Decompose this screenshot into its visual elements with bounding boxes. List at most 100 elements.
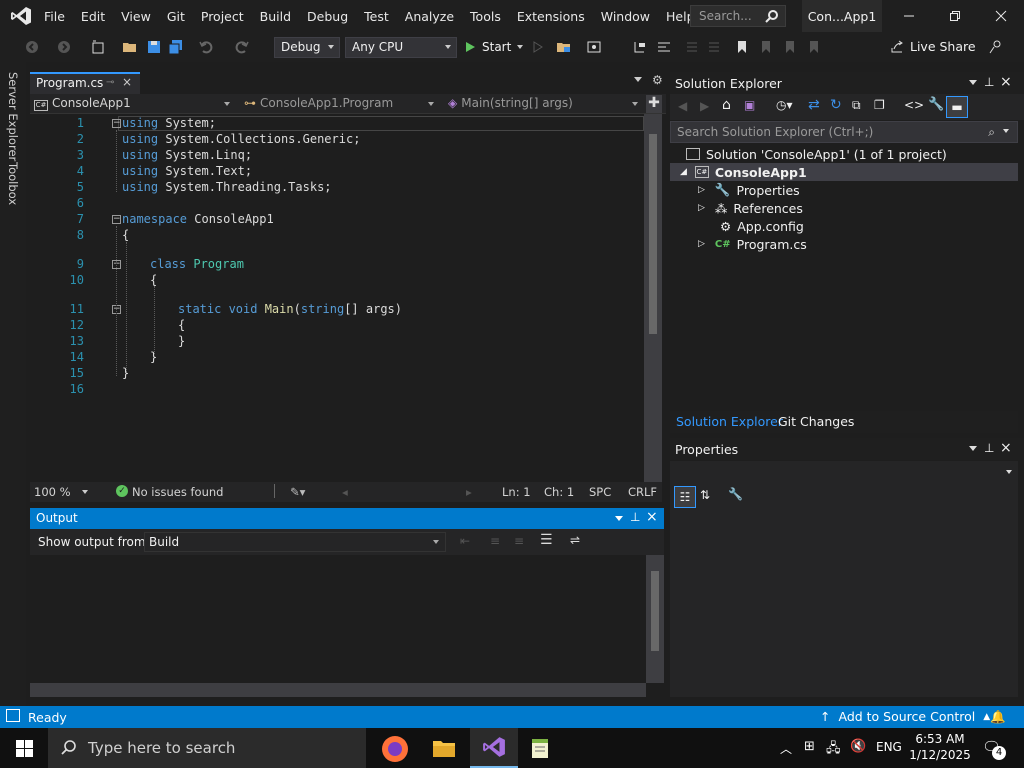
alphabetical-icon[interactable]: ⇅ — [700, 488, 710, 502]
column-indicator[interactable]: Ch: 1 — [544, 485, 574, 499]
collapse-all-icon[interactable]: ⧉ — [852, 98, 861, 113]
chevron-down-icon[interactable] — [969, 80, 977, 85]
expanded-arrow-icon[interactable]: ◢ — [680, 167, 687, 177]
line-ending-indicator[interactable]: CRLF — [628, 485, 657, 499]
file-explorer-icon[interactable] — [432, 737, 456, 759]
menu-window[interactable]: Window — [593, 9, 658, 24]
chevron-down-icon[interactable] — [517, 45, 524, 49]
next-message-icon[interactable]: ≡ — [514, 534, 524, 548]
toolbox-tab[interactable]: Toolbox — [6, 162, 20, 205]
nav-project-dropdown[interactable]: C# ConsoleApp1 — [30, 94, 236, 114]
folder-browse-icon[interactable] — [556, 39, 572, 55]
redo-icon[interactable] — [234, 39, 250, 55]
collapsed-arrow-icon[interactable]: ▷ — [698, 239, 705, 249]
editor-vertical-scrollbar[interactable] — [644, 114, 662, 482]
collapse-icon[interactable]: − — [112, 119, 121, 128]
home-icon[interactable]: ⌂ — [722, 97, 731, 113]
prev-bookmark-icon[interactable] — [758, 39, 774, 55]
navigate-forward-icon[interactable] — [56, 39, 72, 55]
word-wrap-icon[interactable]: ⇌ — [570, 533, 580, 547]
next-bookmark-icon[interactable] — [782, 39, 798, 55]
whitespace-indicator[interactable]: SPC — [589, 485, 611, 499]
save-all-icon[interactable] — [168, 39, 184, 55]
notepad-plus-icon[interactable] — [530, 736, 552, 760]
scrollbar-thumb[interactable] — [649, 134, 657, 334]
view-code-icon[interactable]: <> — [904, 98, 924, 112]
platform-dropdown[interactable]: Any CPU — [345, 37, 457, 58]
find-message-icon[interactable]: ⇤ — [460, 534, 470, 548]
output-source-dropdown[interactable]: Build — [144, 532, 446, 552]
solution-search-input[interactable]: Search Solution Explorer (Ctrl+;) ⌕ — [670, 121, 1018, 143]
search-box[interactable]: Search... — [690, 5, 786, 27]
menu-project[interactable]: Project — [193, 9, 252, 24]
output-window-icon[interactable] — [6, 709, 20, 722]
show-all-files-icon[interactable]: ❐ — [874, 98, 885, 112]
forward-icon[interactable]: ▶ — [700, 99, 709, 113]
add-to-source-control-button[interactable]: ↑ Add to Source Control ▲ — [820, 709, 990, 724]
menu-file[interactable]: File — [36, 9, 73, 24]
taskbar-visual-studio[interactable] — [470, 728, 518, 768]
save-icon[interactable] — [146, 39, 162, 55]
live-share-button[interactable]: Live Share — [890, 39, 976, 54]
undo-icon[interactable] — [198, 39, 214, 55]
pin-icon[interactable]: ⊥ — [984, 441, 994, 455]
windows-start-icon[interactable] — [16, 740, 33, 757]
categorized-icon[interactable]: ☷ — [674, 486, 696, 508]
maximize-button[interactable] — [932, 0, 978, 32]
output-horizontal-scrollbar[interactable] — [30, 683, 646, 697]
chevron-down-icon[interactable] — [634, 77, 642, 82]
network-icon[interactable]: 🖧 — [826, 739, 841, 761]
property-pages-icon[interactable]: 🔧 — [728, 487, 743, 501]
prev-message-icon[interactable]: ≡ — [490, 534, 500, 548]
scrollbar-thumb[interactable] — [651, 571, 659, 651]
open-file-icon[interactable] — [122, 39, 138, 55]
output-vertical-scrollbar[interactable] — [646, 555, 664, 683]
volume-muted-icon[interactable]: 🔇 — [850, 739, 866, 754]
pin-icon[interactable]: ⊸ — [106, 77, 114, 88]
line-indicator[interactable]: Ln: 1 — [502, 485, 531, 499]
properties-object-dropdown[interactable] — [670, 461, 1018, 483]
tab-solution-explorer[interactable]: Solution Explorer — [676, 414, 783, 429]
uncomment-icon[interactable] — [706, 39, 722, 55]
clear-all-icon[interactable]: ☰ — [540, 532, 553, 548]
wrench-icon[interactable]: 🔧 — [928, 97, 944, 112]
tree-item-project[interactable]: ◢ C# ConsoleApp1 — [670, 163, 1018, 181]
tree-item-properties[interactable]: ▷ 🔧 Properties — [698, 181, 800, 199]
chevron-down-icon[interactable] — [1003, 129, 1009, 133]
taskbar-search[interactable]: Type here to search — [48, 728, 366, 768]
code-cleanup-icon[interactable]: ✎▾ — [290, 485, 305, 499]
gear-icon[interactable]: ⚙ — [652, 73, 663, 87]
preview-selected-icon[interactable]: ▬ — [946, 96, 968, 118]
menu-edit[interactable]: Edit — [73, 9, 113, 24]
chevron-up-icon[interactable]: ︿ — [780, 740, 792, 757]
chevron-down-icon[interactable] — [615, 516, 623, 521]
bookmark-icon[interactable] — [734, 39, 750, 55]
minimize-button[interactable] — [886, 0, 932, 32]
collapsed-arrow-icon[interactable]: ▷ — [698, 185, 705, 195]
close-icon[interactable]: × — [1000, 440, 1012, 456]
configuration-dropdown[interactable]: Debug — [274, 37, 340, 58]
output-text-area[interactable] — [30, 555, 646, 683]
clear-bookmarks-icon[interactable] — [806, 39, 822, 55]
notifications-bell-icon[interactable]: 🔔 — [990, 709, 1006, 725]
menu-view[interactable]: View — [113, 9, 159, 24]
tab-git-changes[interactable]: Git Changes — [778, 414, 854, 429]
switch-views-icon[interactable]: ▣ — [744, 98, 755, 112]
menu-test[interactable]: Test — [356, 9, 397, 24]
collapse-icon[interactable]: − — [112, 215, 121, 224]
tree-item-app-config[interactable]: ⚙ App.config — [720, 217, 804, 235]
firefox-icon[interactable] — [382, 736, 408, 762]
close-icon[interactable]: × — [122, 75, 132, 89]
chevron-down-icon[interactable] — [969, 446, 977, 451]
refresh-icon[interactable]: ↻ — [830, 97, 842, 113]
tree-item-program-cs[interactable]: ▷ C# Program.cs — [698, 235, 807, 253]
solution-title[interactable]: Con...App1 — [802, 0, 882, 32]
close-icon[interactable]: × — [1000, 74, 1012, 90]
tree-item-references[interactable]: ▷ ⁂ References — [698, 199, 803, 217]
menu-debug[interactable]: Debug — [299, 9, 356, 24]
new-project-icon[interactable] — [90, 39, 106, 55]
split-view-icon[interactable]: ✚ — [646, 95, 662, 113]
menu-extensions[interactable]: Extensions — [509, 9, 593, 24]
close-icon[interactable]: × — [646, 509, 658, 525]
pending-changes-filter-icon[interactable]: ◷▾ — [776, 98, 793, 112]
